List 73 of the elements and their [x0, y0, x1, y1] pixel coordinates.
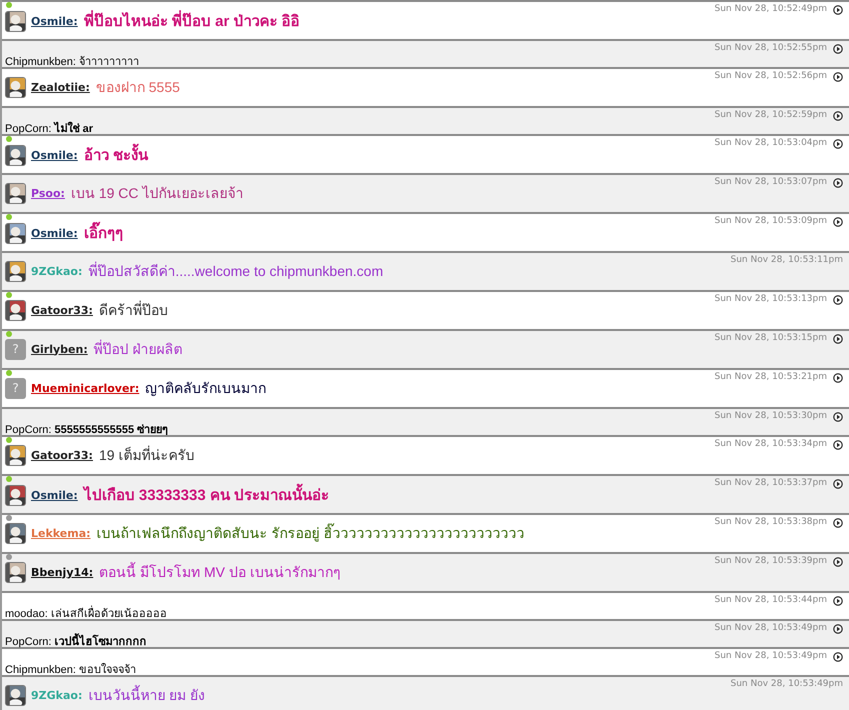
timestamp: Sun Nov 28, 10:53:21pm — [714, 372, 827, 382]
play-icon[interactable] — [833, 178, 843, 188]
user-link[interactable]: Bbenjy14: — [31, 566, 94, 578]
timestamp: Sun Nov 28, 10:53:34pm — [714, 439, 827, 449]
timestamp: Sun Nov 28, 10:52:56pm — [714, 71, 827, 81]
chat-message: ตอนนี้ มีโปรโมท MV ปอ เบนน่ารักมากๆ — [99, 561, 341, 582]
user-link[interactable]: Osmile: — [31, 226, 78, 240]
timestamp: Sun Nov 28, 10:53:30pm — [714, 411, 827, 421]
timestamp: Sun Nov 28, 10:52:49pm — [714, 4, 827, 14]
user-link[interactable]: Osmile: — [31, 488, 78, 502]
chat-message: ของฝาก 5555 — [96, 78, 180, 97]
user-link[interactable]: Zealotiie: — [31, 80, 90, 94]
user-link[interactable]: Gatoor33: — [31, 304, 93, 316]
chat-message: พี่ป๊อบไหนอ่ะ พี่ป๊อบ ar ป่าวคะ อิอิ — [84, 9, 300, 33]
chat-message: PopCorn: ไม่ใช่ ar — [5, 120, 93, 137]
user-link[interactable]: Mueminicarlover: — [31, 382, 140, 394]
timestamp: Sun Nov 28, 10:52:55pm — [714, 43, 827, 53]
play-icon[interactable] — [833, 5, 843, 15]
default-avatar: ? — [5, 338, 26, 360]
chat-message: เอิ๊กๆๆ — [84, 221, 123, 245]
timestamp: Sun Nov 28, 10:53:49pm — [714, 651, 827, 661]
chat-message: เบน 19 CC ไปกันเยอะเลยจ้า — [70, 184, 244, 203]
timestamp: Sun Nov 28, 10:53:38pm — [714, 517, 827, 527]
default-avatar: ? — [5, 378, 26, 398]
chat-message: เบนวันนี้หาย ยม ยัง — [88, 684, 206, 705]
timestamp: Sun Nov 28, 10:52:59pm — [714, 110, 827, 120]
chat-message: ดีคร้าพี่ป๊อบ — [98, 300, 168, 320]
user-name: 9ZGkao: — [31, 688, 82, 702]
user-name: 9ZGkao: — [31, 264, 82, 278]
play-icon[interactable] — [833, 557, 843, 567]
user-link[interactable]: Osmile: — [31, 148, 78, 162]
play-icon[interactable] — [833, 373, 843, 383]
timestamp: Sun Nov 28, 10:53:15pm — [714, 333, 827, 343]
play-icon[interactable] — [833, 334, 843, 344]
timestamp: Sun Nov 28, 10:53:11pm — [730, 255, 843, 265]
timestamp: Sun Nov 28, 10:53:13pm — [714, 294, 827, 304]
chat-message: เบนถ้าเฟลนึกถึงญาติดสับนะ รักรออยู่ ฮิ๊วววววววววววววววววววววววว — [96, 522, 524, 544]
play-icon[interactable] — [833, 139, 843, 149]
chat-message: อ้าว ชะงั้น — [84, 143, 148, 167]
play-icon[interactable] — [833, 479, 843, 489]
play-icon[interactable] — [833, 44, 843, 54]
play-icon[interactable] — [833, 72, 843, 82]
play-icon[interactable] — [833, 440, 843, 450]
timestamp: Sun Nov 28, 10:53:09pm — [714, 216, 827, 226]
chat-message: ญาติคลับรักเบนมาก — [145, 379, 266, 398]
timestamp: Sun Nov 28, 10:53:49pm — [714, 623, 827, 633]
play-icon[interactable] — [833, 596, 843, 606]
chat-message: PopCorn: เวปนี้ไฮโซมากกกก — [5, 621, 147, 650]
chat-message: moodao: เล่นสกีเผื่อด้วยเน้อออออ — [5, 593, 167, 622]
timestamp: Sun Nov 28, 10:53:37pm — [714, 478, 827, 488]
play-icon[interactable] — [833, 624, 843, 634]
timestamp: Sun Nov 28, 10:53:39pm — [714, 556, 827, 566]
chat-message: 19 เต็มที่น่ะครับ — [98, 444, 194, 465]
timestamp: Sun Nov 28, 10:53:04pm — [714, 138, 827, 148]
play-icon[interactable] — [833, 295, 843, 305]
user-link[interactable]: Psoo: — [31, 186, 65, 200]
timestamp: Sun Nov 28, 10:53:07pm — [714, 177, 827, 187]
chat-message: พี่ป๊อป ฝ่ายผลิต — [94, 338, 183, 359]
chat-message: Chipmunkben: ขอบใจจจจ้า — [5, 662, 136, 678]
play-icon[interactable] — [833, 412, 843, 422]
play-icon[interactable] — [833, 518, 843, 528]
play-icon[interactable] — [833, 217, 843, 227]
chat-message: Chipmunkben: จ้าาาาาาาาา — [5, 55, 139, 70]
chat-message: พี่ป๊อปสวัสดีค่า.....welcome to chipmunkben.com — [88, 260, 384, 281]
user-link[interactable]: Osmile: — [31, 14, 78, 28]
user-link[interactable]: Girlyben: — [31, 342, 88, 356]
user-link[interactable]: Gatoor33: — [31, 448, 93, 462]
timestamp: Sun Nov 28, 10:53:44pm — [714, 595, 827, 605]
chat-message: PopCorn: 5555555555555 ซ่ายยๆ — [5, 423, 168, 438]
play-icon[interactable] — [833, 111, 843, 121]
timestamp: Sun Nov 28, 10:53:49pm — [730, 679, 843, 689]
play-icon[interactable] — [833, 652, 843, 662]
chat-message: ไปเกือบ 33333333 คน ประมาณนั้นอ่ะ — [84, 483, 330, 507]
